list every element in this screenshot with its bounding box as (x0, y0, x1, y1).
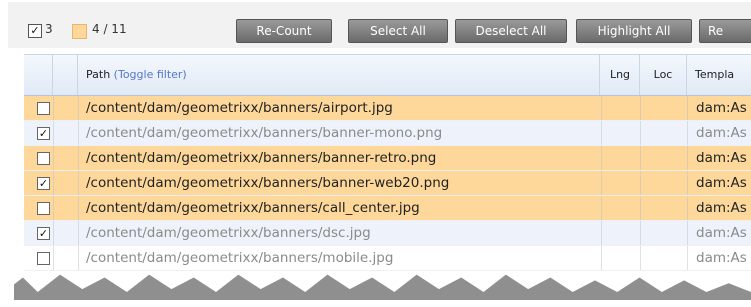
column-divider (687, 146, 688, 170)
row-template: dam:As (696, 250, 747, 266)
toggle-filter-link[interactable]: (Toggle filter) (114, 68, 187, 81)
column-divider (601, 171, 602, 195)
column-divider (687, 196, 688, 220)
row-checkbox[interactable]: ✓ (37, 227, 50, 240)
row-template: dam:As (696, 175, 747, 191)
table-row[interactable]: /content/dam/geometrixx/banners/call_cen… (24, 196, 751, 221)
header-path-label: Path (86, 68, 111, 81)
column-divider (53, 121, 54, 145)
column-divider (601, 196, 602, 220)
header-loc[interactable]: Loc (640, 55, 687, 95)
row-checkbox[interactable] (37, 152, 50, 165)
column-divider (640, 246, 641, 270)
row-template: dam:As (696, 200, 747, 216)
column-divider (78, 221, 79, 245)
column-divider (78, 171, 79, 195)
row-path: /content/dam/geometrixx/banners/dsc.jpg (86, 225, 371, 241)
table-row[interactable]: /content/dam/geometrixx/banners/banner-r… (24, 146, 751, 171)
row-template: dam:As (696, 150, 747, 166)
row-path: /content/dam/geometrixx/banners/airport.… (86, 100, 393, 116)
column-divider (601, 96, 602, 120)
recount-button[interactable]: Re-Count (236, 19, 332, 43)
row-checkbox[interactable] (37, 102, 50, 115)
column-divider (53, 221, 54, 245)
column-divider (687, 171, 688, 195)
row-checkbox[interactable]: ✓ (37, 177, 50, 190)
column-divider (53, 171, 54, 195)
row-path: /content/dam/geometrixx/banners/mobile.j… (86, 250, 394, 266)
grid-header: Path (Toggle filter) Lng Loc Templa (24, 54, 751, 96)
table-row[interactable]: ✓ /content/dam/geometrixx/banners/dsc.jpg… (24, 221, 751, 246)
deselect-all-button[interactable]: Deselect All (455, 19, 567, 43)
highlight-swatch-icon (72, 24, 87, 39)
header-template[interactable]: Templa (687, 55, 751, 95)
grid-body: /content/dam/geometrixx/banners/airport.… (24, 96, 751, 271)
column-divider (687, 221, 688, 245)
column-divider (640, 171, 641, 195)
row-path: /content/dam/geometrixx/banners/banner-w… (86, 175, 450, 191)
master-checkbox[interactable]: ✓ (28, 24, 42, 38)
highlight-ratio: 4 / 11 (92, 22, 127, 36)
table-row[interactable]: ✓ /content/dam/geometrixx/banners/banner-… (24, 171, 751, 196)
column-divider (687, 246, 688, 270)
row-path: /content/dam/geometrixx/banners/banner-m… (86, 125, 443, 141)
column-divider (640, 121, 641, 145)
column-divider (53, 146, 54, 170)
column-divider (640, 96, 641, 120)
row-template: dam:As (696, 225, 747, 241)
row-path: /content/dam/geometrixx/banners/banner-r… (86, 150, 437, 166)
selected-count: 3 (45, 22, 53, 36)
select-all-button[interactable]: Select All (348, 19, 448, 43)
row-template: dam:As (696, 125, 747, 141)
column-divider (78, 196, 79, 220)
row-checkbox[interactable] (37, 202, 50, 215)
header-checkbox-column (24, 55, 53, 95)
column-divider (601, 146, 602, 170)
toolbar: ✓ 3 4 / 11 Re-Count Select All Deselect … (8, 2, 751, 48)
row-template: dam:As (696, 100, 747, 116)
column-divider (687, 96, 688, 120)
table-row[interactable]: /content/dam/geometrixx/banners/mobile.j… (24, 246, 751, 271)
column-divider (78, 246, 79, 270)
header-icon-column (53, 55, 78, 95)
header-lng[interactable]: Lng (601, 55, 640, 95)
column-divider (601, 221, 602, 245)
column-divider (687, 121, 688, 145)
column-divider (640, 146, 641, 170)
column-divider (640, 221, 641, 245)
column-divider (601, 121, 602, 145)
column-divider (78, 146, 79, 170)
column-divider (53, 196, 54, 220)
asset-grid: Path (Toggle filter) Lng Loc Templa /con… (24, 54, 751, 271)
table-row[interactable]: /content/dam/geometrixx/banners/airport.… (24, 96, 751, 121)
column-divider (53, 246, 54, 270)
column-divider (78, 121, 79, 145)
row-checkbox[interactable]: ✓ (37, 127, 50, 140)
screenshot-sheet: ✓ 3 4 / 11 Re-Count Select All Deselect … (8, 2, 751, 292)
column-divider (53, 96, 54, 120)
row-path: /content/dam/geometrixx/banners/call_cen… (86, 200, 420, 216)
column-divider (601, 246, 602, 270)
re-button-partial[interactable]: Re (699, 19, 751, 43)
table-row[interactable]: ✓ /content/dam/geometrixx/banners/banner-… (24, 121, 751, 146)
column-divider (640, 196, 641, 220)
highlight-all-button[interactable]: Highlight All (576, 19, 692, 43)
column-divider (78, 96, 79, 120)
row-checkbox[interactable] (37, 252, 50, 265)
header-path[interactable]: Path (Toggle filter) (78, 55, 600, 95)
